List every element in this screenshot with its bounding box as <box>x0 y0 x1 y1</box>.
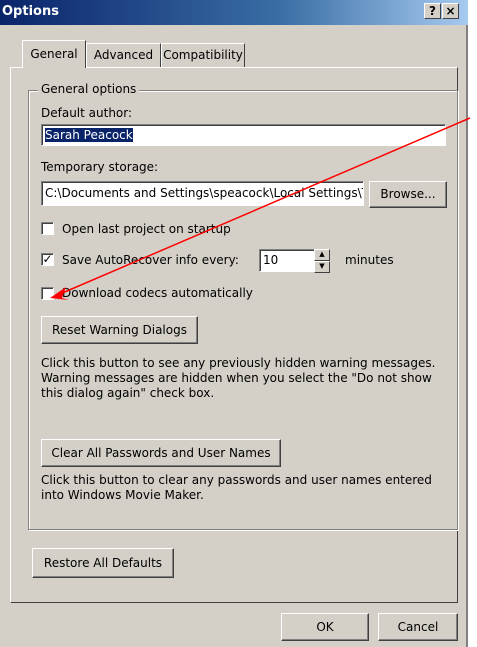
reset-warning-description: Click this button to see any previously … <box>41 356 435 401</box>
reset-warning-line-1: Click this button to see any previously … <box>41 356 436 370</box>
autorecover-minutes-input[interactable]: 10 <box>259 249 315 272</box>
default-author-value: Sarah Peacock <box>45 128 133 142</box>
default-author-field[interactable]: Sarah Peacock <box>41 124 446 146</box>
tab-compatibility[interactable]: Compatibility <box>161 43 245 67</box>
reset-warning-line-2: Warning messages are hidden when you sel… <box>41 371 432 385</box>
help-button[interactable]: ? <box>424 3 441 19</box>
save-autorecover-label: Save AutoRecover info every: <box>62 253 239 267</box>
open-last-project-label: Open last project on startup <box>62 222 231 236</box>
title-bar[interactable]: Options ? × <box>0 0 468 25</box>
close-button[interactable]: × <box>442 3 459 19</box>
temp-storage-field[interactable]: C:\Documents and Settings\speacock\Local… <box>41 181 364 206</box>
browse-button[interactable]: Browse... <box>369 181 447 208</box>
window-title: Options <box>2 4 59 19</box>
ok-button[interactable]: OK <box>281 613 369 641</box>
clear-passwords-button[interactable]: Clear All Passwords and User Names <box>41 439 281 467</box>
tab-advanced[interactable]: Advanced <box>86 43 161 67</box>
open-last-project-checkbox[interactable] <box>41 222 54 235</box>
download-codecs-label: Download codecs automatically <box>62 286 253 300</box>
clear-passwords-description: Click this button to clear any passwords… <box>41 473 432 503</box>
options-dialog: Options ? × Advanced Compatibility Gener… <box>0 0 468 647</box>
minutes-unit-label: minutes <box>345 253 394 267</box>
clear-passwords-line-2: into Windows Movie Maker. <box>41 488 204 502</box>
save-autorecover-checkbox[interactable]: ✓ <box>41 253 54 266</box>
tab-general[interactable]: General <box>22 40 86 68</box>
spin-down-icon[interactable]: ▼ <box>314 261 330 273</box>
temp-storage-label: Temporary storage: <box>41 160 159 174</box>
clear-passwords-line-1: Click this button to clear any passwords… <box>41 473 432 487</box>
download-codecs-checkbox[interactable] <box>41 287 54 300</box>
group-legend: General options <box>38 82 140 96</box>
spin-up-icon[interactable]: ▲ <box>314 249 330 261</box>
reset-warning-dialogs-button[interactable]: Reset Warning Dialogs <box>41 316 198 344</box>
reset-warning-line-3: this dialog again" check box. <box>41 386 215 400</box>
restore-all-defaults-button[interactable]: Restore All Defaults <box>32 548 174 578</box>
default-author-label: Default author: <box>41 106 133 120</box>
cancel-button[interactable]: Cancel <box>378 613 458 641</box>
